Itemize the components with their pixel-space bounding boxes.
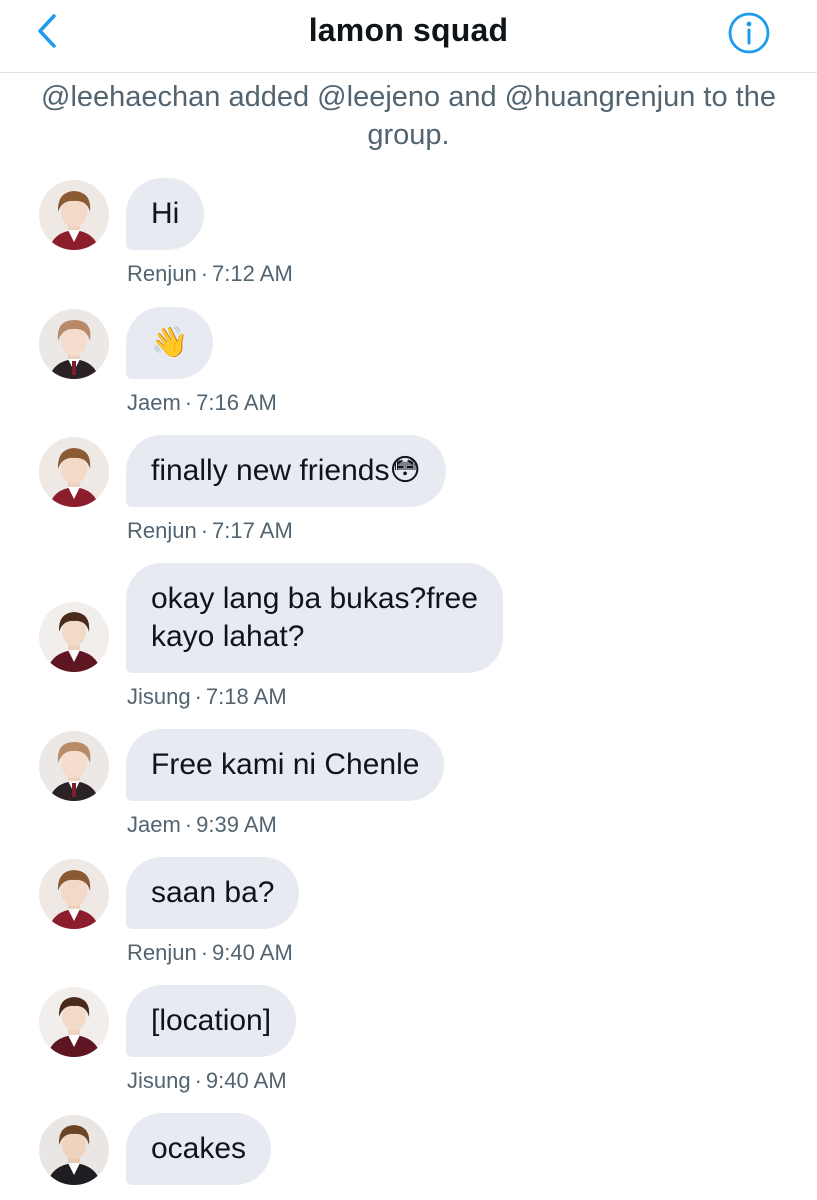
info-icon [728,12,770,54]
avatar-image [39,731,109,801]
message-meta: Renjun · 7:17 AM [127,518,293,544]
meta-separator: · [200,940,209,965]
message-bubble[interactable]: 👋 [126,307,214,379]
avatar-image [39,859,109,929]
avatar-image [39,602,109,672]
message-time: 7:18 AM [205,684,287,709]
message-meta: Jisung · 7:18 AM [127,684,287,710]
meta-separator: · [194,684,202,709]
message-bubble[interactable]: ocakes [126,1113,272,1185]
message-bubble[interactable]: finally new friends😳 [126,435,446,507]
sender-name[interactable]: Jaem [127,812,181,837]
avatar-user[interactable] [39,1115,109,1185]
message-time: 7:12 AM [212,261,293,286]
message-time: 9:40 AM [212,940,293,965]
message-time: 7:16 AM [196,390,277,415]
dm-conversation-screen: lamon squad @leehaechan added @leejeno a… [0,0,817,1200]
avatar-jisung[interactable] [39,602,109,672]
message-bubble[interactable]: Hi [126,178,205,250]
message-bubble[interactable]: okay lang ba bukas?free kayo lahat? [126,563,503,673]
message-meta: Renjun · 7:12 AM [127,261,293,287]
message-meta: Jisung · 9:40 AM [127,1068,287,1094]
sender-name[interactable]: Jisung [127,1068,191,1093]
avatar-renjun[interactable] [39,180,109,250]
avatar-image [39,180,109,250]
message-time: 9:40 AM [205,1068,287,1093]
system-message: @leehaechan added @leejeno and @huangren… [41,81,776,151]
message-time: 9:39 AM [196,812,277,837]
sender-name[interactable]: Renjun [127,261,197,286]
conversation-title: lamon squad [308,12,509,48]
message-bubble[interactable]: saan ba? [126,857,300,929]
sender-name[interactable]: Jisung [127,684,191,709]
avatar-renjun[interactable] [39,859,109,929]
avatar-image [39,309,109,379]
sender-name[interactable]: Renjun [127,940,197,965]
meta-separator: · [184,812,193,837]
avatar-jisung[interactable] [39,987,109,1057]
info-button[interactable] [726,10,772,56]
meta-separator: · [194,1068,202,1093]
message-meta: Jaem · 7:16 AM [127,390,277,416]
message-meta: Jaem · 9:39 AM [127,812,277,838]
meta-separator: · [200,261,209,286]
message-bubble[interactable]: [location] [126,985,297,1057]
meta-separator: · [200,518,209,543]
avatar-image [39,987,109,1057]
avatar-image [39,1115,109,1185]
message-meta: Renjun · 9:40 AM [127,940,293,966]
conversation-header: lamon squad [0,0,817,73]
sender-name[interactable]: Renjun [127,518,197,543]
meta-separator: · [184,390,193,415]
avatar-jaem[interactable] [39,309,109,379]
avatar-image [39,437,109,507]
avatar-jaem[interactable] [39,731,109,801]
sender-name[interactable]: Jaem [127,390,181,415]
avatar-renjun[interactable] [39,437,109,507]
message-bubble[interactable]: Free kami ni Chenle [126,729,445,801]
message-time: 7:17 AM [212,518,293,543]
